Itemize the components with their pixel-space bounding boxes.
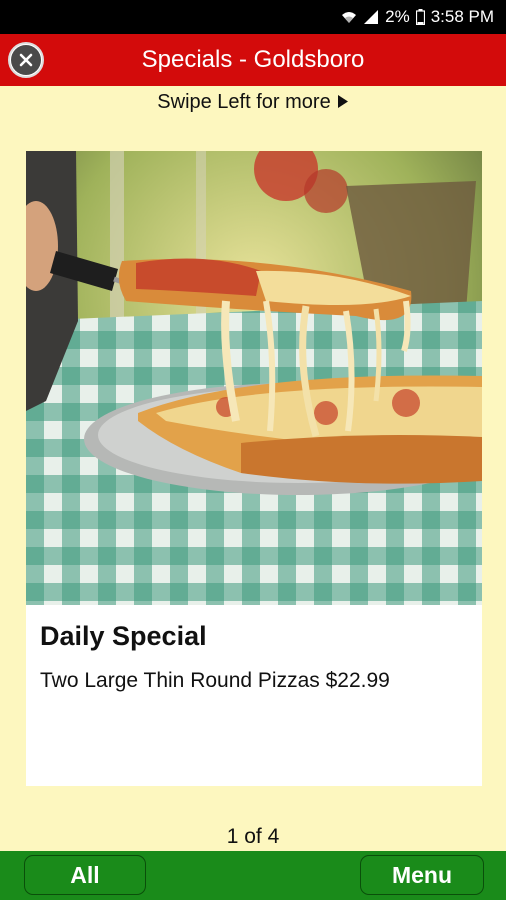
play-arrow-icon (337, 91, 349, 114)
clock: 3:58 PM (430, 7, 494, 26)
bottom-bar: All Menu (0, 851, 506, 900)
special-title: Daily Special (40, 621, 207, 651)
special-card[interactable]: Daily Special Two Large Thin Round Pizza… (26, 151, 482, 786)
special-description: Two Large Thin Round Pizzas $22.99 (40, 669, 390, 692)
header-bar: Specials - Goldsboro (0, 34, 506, 86)
swipe-hint: Swipe Left for more (0, 88, 506, 116)
close-icon (11, 45, 41, 75)
all-button[interactable]: All (24, 855, 146, 895)
menu-button[interactable]: Menu (360, 855, 484, 895)
battery-icon (415, 9, 425, 25)
swipe-hint-text: Swipe Left for more (157, 90, 331, 113)
status-icons: 2% 3:58 PM (341, 0, 494, 34)
pizza-photo (26, 151, 482, 605)
wifi-icon (341, 9, 357, 25)
page-title: Specials - Goldsboro (141, 46, 365, 73)
signal-icon (363, 9, 379, 25)
status-bar: 2% 3:58 PM (0, 0, 506, 34)
page-indicator: 1 of 4 (226, 825, 280, 848)
battery-percent: 2% (385, 7, 410, 26)
close-button[interactable] (8, 42, 44, 78)
